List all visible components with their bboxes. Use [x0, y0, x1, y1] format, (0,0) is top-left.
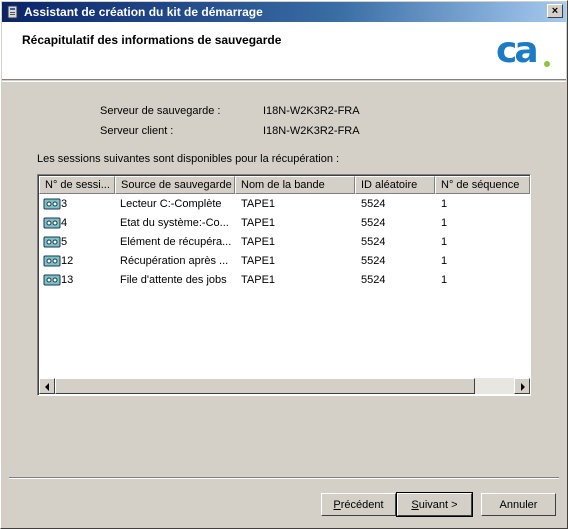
tape-icon — [43, 236, 61, 248]
client-server-value: I18N-W2K3R2-FRA — [263, 125, 360, 137]
page-title: Récapitulatif des informations de sauveg… — [22, 33, 282, 47]
window-title: Assistant de création du kit de démarrag… — [24, 5, 263, 19]
tape-icon — [43, 274, 61, 286]
column-tape-name[interactable]: Nom de la bande — [235, 176, 355, 194]
tape-name: TAPE1 — [241, 198, 276, 210]
session-number: 3 — [61, 198, 68, 210]
backup-server-value: I18N-W2K3R2-FRA — [263, 105, 360, 117]
app-icon — [7, 5, 18, 19]
random-id: 5524 — [361, 198, 386, 210]
session-number: 12 — [61, 255, 74, 267]
logo-text: ca — [496, 31, 536, 69]
tape-icon — [43, 198, 61, 210]
table-row[interactable]: 4 Etat du système:-Co... TAPE1 5524 1 — [39, 214, 530, 233]
title-bar[interactable]: Assistant de création du kit de démarrag… — [2, 2, 566, 22]
ca-logo: ca — [496, 31, 550, 69]
random-id: 5524 — [361, 217, 386, 229]
table-row[interactable]: 3 Lecteur C:-Complète TAPE1 5524 1 — [39, 195, 530, 214]
random-id: 5524 — [361, 255, 386, 267]
close-button[interactable]: × — [547, 4, 563, 18]
table-row[interactable]: 12 Récupération après ... TAPE1 5524 1 — [39, 252, 530, 271]
sequence-number: 1 — [441, 198, 448, 210]
session-number: 4 — [61, 217, 68, 229]
close-icon: × — [551, 5, 559, 17]
arrow-left-icon — [45, 383, 49, 391]
wizard-window: Assistant de création du kit de démarrag… — [0, 0, 568, 529]
sessions-caption: Les sessions suivantes sont disponibles … — [37, 153, 340, 165]
sequence-number: 1 — [441, 236, 448, 248]
button-divider — [9, 477, 559, 479]
tape-name: TAPE1 — [241, 255, 276, 267]
column-sequence-number[interactable]: N° de séquence — [435, 176, 530, 194]
table-row[interactable]: 13 File d'attente des jobs TAPE1 5524 1 — [39, 271, 530, 290]
cancel-button[interactable]: Annuler — [481, 493, 556, 516]
previous-mnemonic: P — [333, 498, 341, 511]
previous-label: récédent — [340, 498, 384, 511]
header-divider — [2, 81, 566, 82]
sequence-number: 1 — [441, 255, 448, 267]
column-random-id[interactable]: ID aléatoire — [355, 176, 435, 194]
client-server-label: Serveur client : — [100, 125, 174, 137]
table-row[interactable]: 5 Elément de récupéra... TAPE1 5524 1 — [39, 233, 530, 252]
backup-source: Elément de récupéra... — [120, 236, 232, 248]
previous-button[interactable]: Précédent — [321, 493, 396, 516]
backup-source: Etat du système:-Co... — [120, 217, 229, 229]
header-panel: Récapitulatif des informations de sauveg… — [2, 22, 566, 80]
backup-server-label: Serveur de sauvegarde : — [100, 105, 221, 117]
list-header: N° de sessi... Source de sauvegarde Nom … — [39, 176, 530, 194]
scroll-left-button[interactable] — [39, 378, 55, 394]
sessions-list[interactable]: N° de sessi... Source de sauvegarde Nom … — [37, 174, 531, 396]
arrow-right-icon — [521, 383, 525, 391]
next-label: uivant > — [418, 498, 458, 511]
column-session-number[interactable]: N° de sessi... — [39, 176, 115, 194]
tape-name: TAPE1 — [241, 236, 276, 248]
column-backup-source[interactable]: Source de sauvegarde — [115, 176, 235, 194]
backup-source: File d'attente des jobs — [120, 274, 227, 286]
sequence-number: 1 — [441, 274, 448, 286]
random-id: 5524 — [361, 274, 386, 286]
backup-source: Récupération après ... — [120, 255, 229, 267]
tape-name: TAPE1 — [241, 274, 276, 286]
horizontal-scrollbar[interactable] — [39, 378, 530, 394]
sequence-number: 1 — [441, 217, 448, 229]
next-mnemonic: S — [411, 498, 419, 511]
scroll-right-button[interactable] — [514, 378, 530, 394]
tape-icon — [43, 255, 61, 267]
tape-name: TAPE1 — [241, 217, 276, 229]
tape-icon — [43, 217, 61, 229]
session-number: 13 — [61, 274, 74, 286]
session-number: 5 — [61, 236, 68, 248]
next-button[interactable]: Suivant > — [396, 492, 473, 517]
backup-source: Lecteur C:-Complète — [120, 198, 222, 210]
scroll-thumb[interactable] — [55, 378, 475, 394]
random-id: 5524 — [361, 236, 386, 248]
